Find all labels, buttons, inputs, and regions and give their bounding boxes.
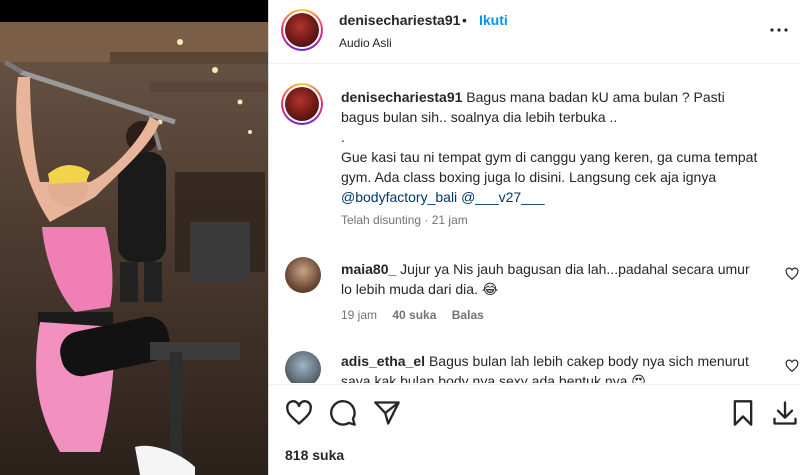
- caption-time[interactable]: 21 jam: [432, 213, 468, 227]
- comment-text: adis_etha_el Bagus bulan lah lebih cakep…: [341, 351, 761, 383]
- caption-avatar-ring: [283, 85, 321, 123]
- media-top-bar: [0, 0, 268, 22]
- comment-text: maia80_ Jujur ya Nis jauh bagusan dia la…: [341, 259, 761, 299]
- post-header: denisechariesta91 • Ikuti Audio Asli: [269, 0, 800, 64]
- commenter-username[interactable]: adis_etha_el: [341, 353, 425, 369]
- follow-button[interactable]: Ikuti: [479, 12, 508, 28]
- caption-avatar-image: [285, 87, 319, 121]
- author-avatar-ring: [283, 11, 321, 49]
- meta-separator: ·: [424, 213, 429, 227]
- comment-likes[interactable]: 40 suka: [392, 308, 436, 322]
- likes-count[interactable]: 818 suka: [285, 447, 344, 463]
- author-username[interactable]: denisechariesta91: [339, 12, 460, 28]
- audio-label[interactable]: Audio Asli: [339, 36, 392, 50]
- download-icon[interactable]: [771, 399, 799, 427]
- header-separator: •: [462, 12, 467, 28]
- bookmark-icon[interactable]: [729, 399, 757, 427]
- commenter-avatar[interactable]: [285, 351, 321, 383]
- edited-label: Telah disunting: [341, 213, 422, 227]
- post-media[interactable]: [0, 0, 268, 475]
- post-actions: 818 suka: [269, 384, 800, 475]
- comment-icon[interactable]: [329, 399, 357, 427]
- caption-username[interactable]: denisechariesta91: [341, 89, 462, 105]
- post-panel: denisechariesta91 • Ikuti Audio Asli den…: [268, 0, 800, 475]
- caption-line-2: .: [341, 129, 345, 145]
- comment-heart-icon[interactable]: [785, 359, 799, 373]
- caption-avatar[interactable]: [281, 83, 323, 125]
- paper-plane-icon[interactable]: [373, 399, 401, 427]
- comment-body: Jujur ya Nis jauh bagusan dia lah...pada…: [341, 261, 750, 297]
- mention-bodyfactory[interactable]: @bodyfactory_bali: [341, 189, 457, 205]
- mention-v27[interactable]: @___v27___: [461, 189, 545, 205]
- gym-video-frame: [0, 22, 268, 475]
- caption-meta: Telah disunting · 21 jam: [341, 213, 468, 227]
- comment-meta: 19 jam 40 suka Balas: [341, 308, 496, 322]
- reply-button[interactable]: Balas: [452, 308, 484, 322]
- caption-text: denisechariesta91 Bagus mana badan kU am…: [341, 87, 761, 207]
- author-avatar[interactable]: [281, 9, 323, 51]
- author-avatar-image: [285, 13, 319, 47]
- commenter-username[interactable]: maia80_: [341, 261, 396, 277]
- heart-icon[interactable]: [285, 399, 313, 427]
- comment-heart-icon[interactable]: [785, 267, 799, 281]
- commenter-avatar[interactable]: [285, 257, 321, 293]
- comments-list[interactable]: denisechariesta91 Bagus mana badan kU am…: [269, 65, 800, 383]
- comment-time[interactable]: 19 jam: [341, 308, 377, 322]
- caption-line-3: Gue kasi tau ni tempat gym di canggu yan…: [341, 149, 758, 185]
- more-horizontal-icon[interactable]: [767, 18, 791, 42]
